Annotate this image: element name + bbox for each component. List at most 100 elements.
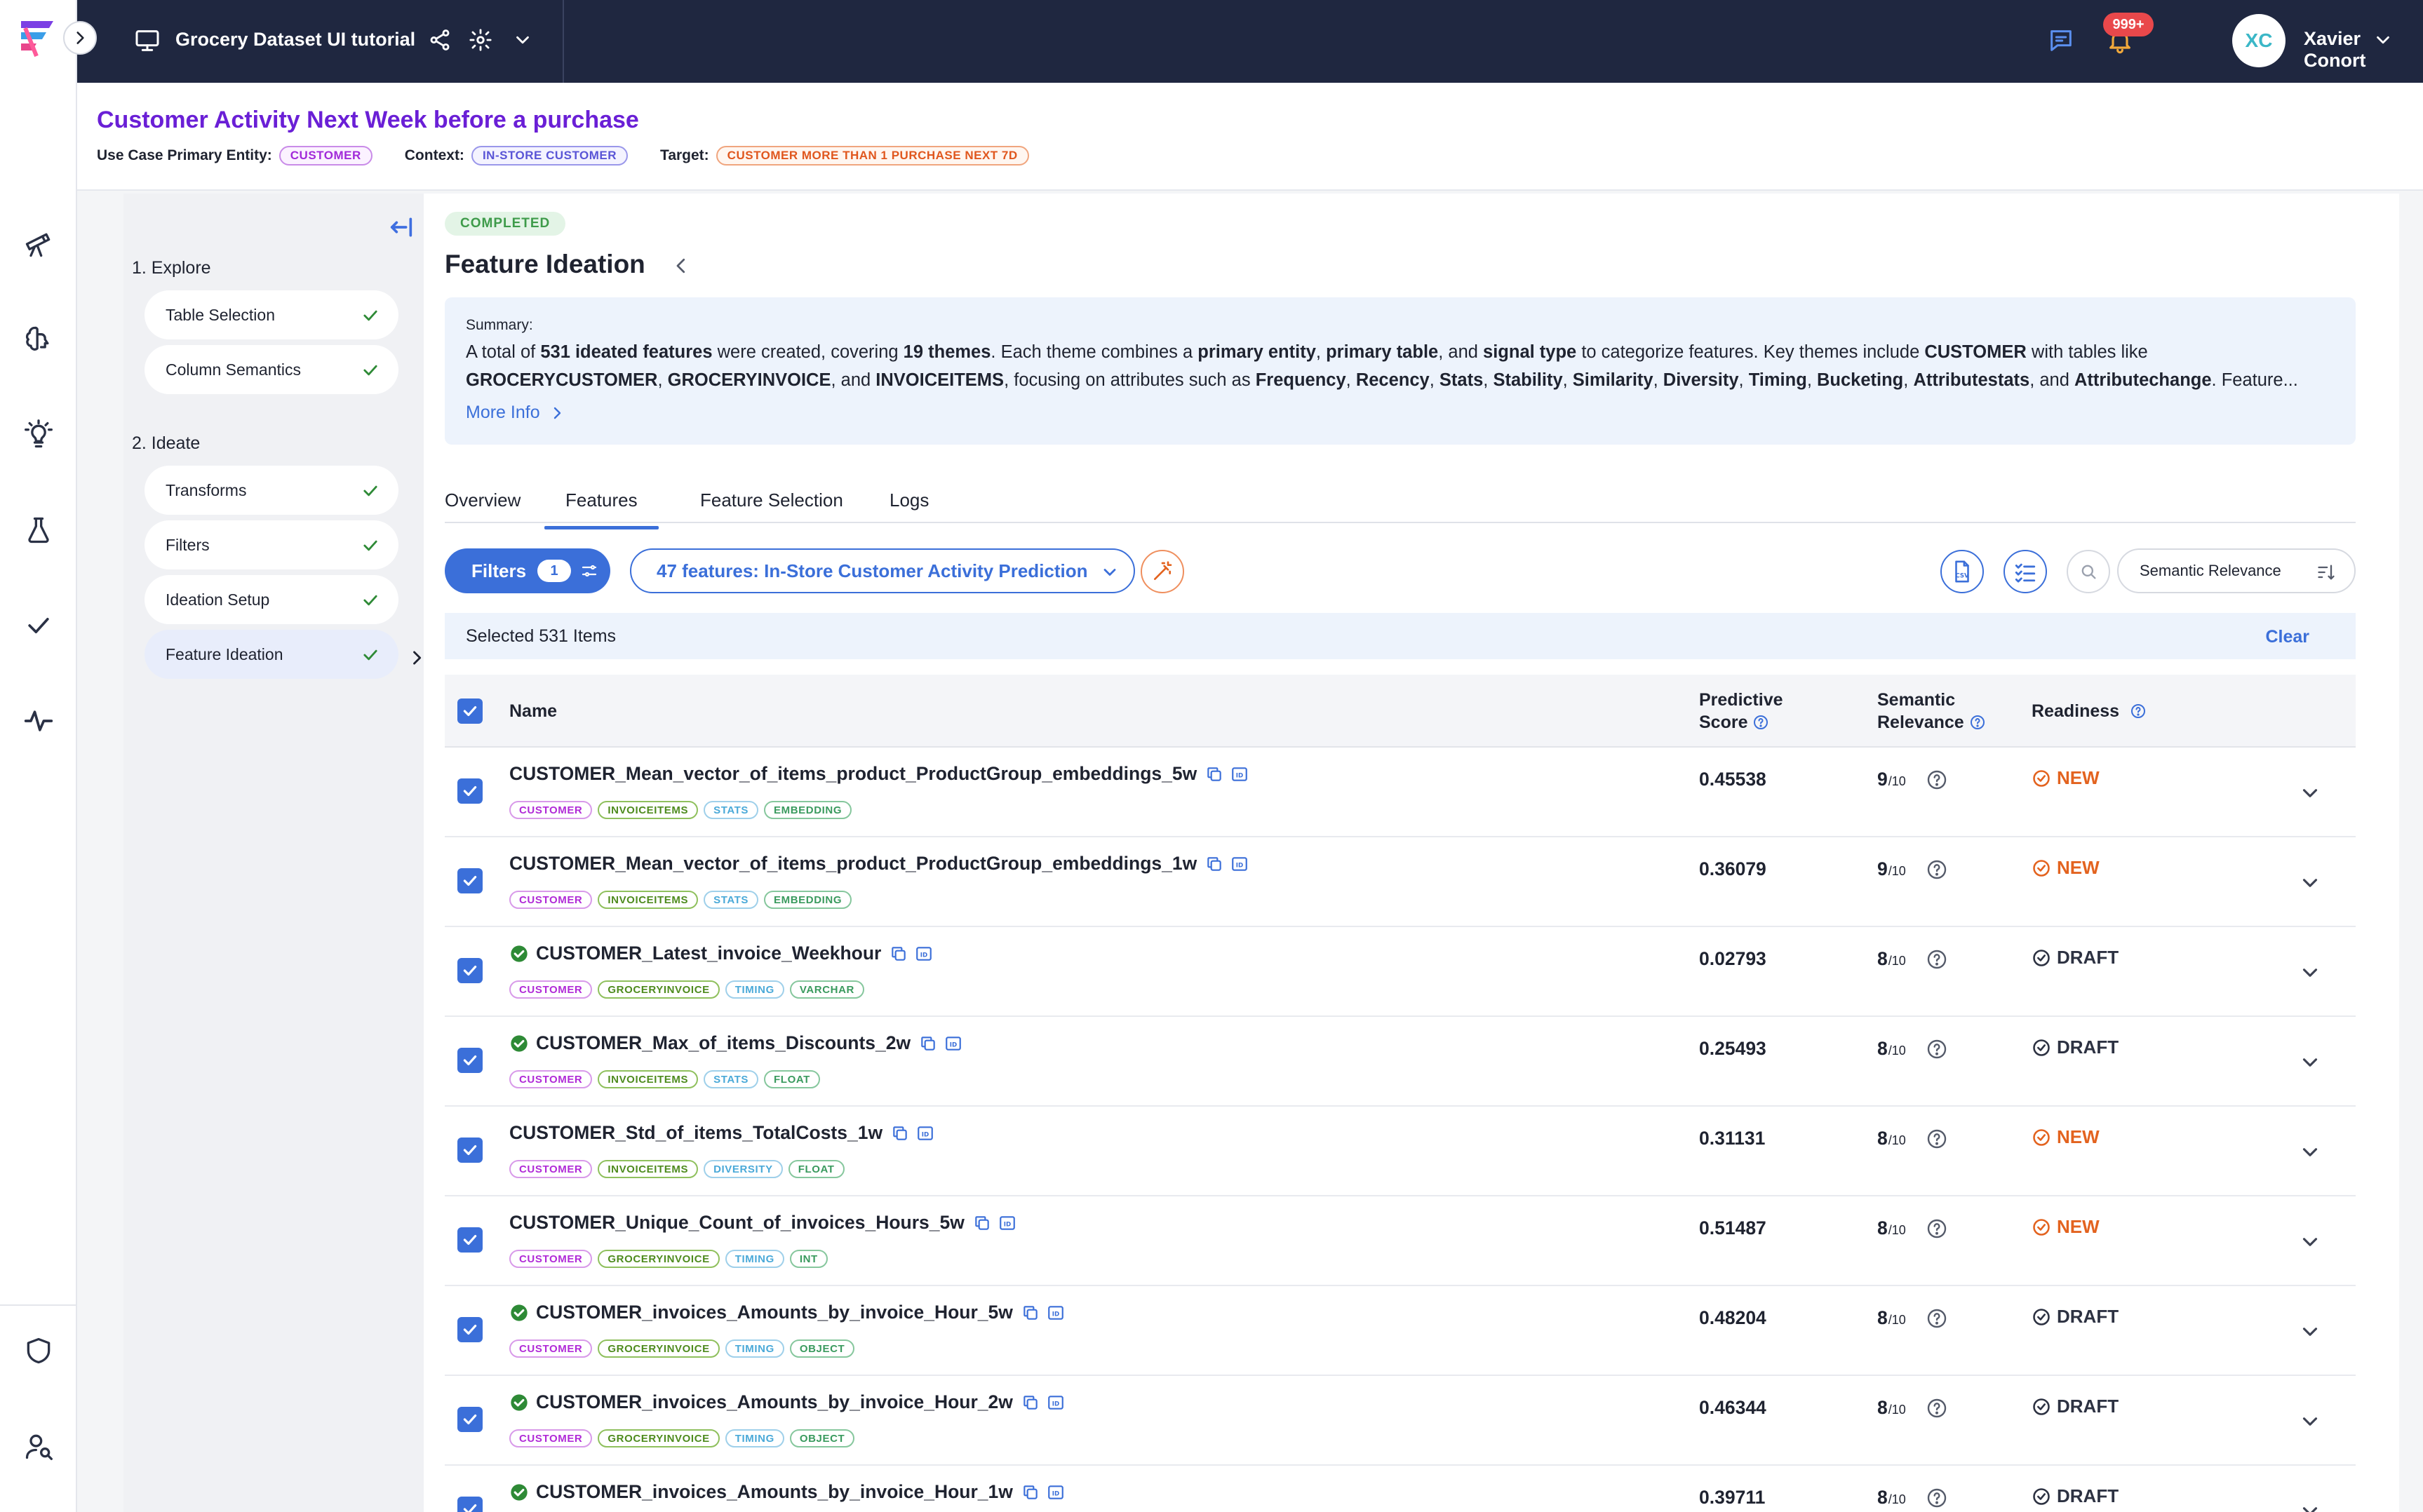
tab-overview[interactable]: Overview [445,490,521,511]
feature-tag[interactable]: STATS [704,1070,759,1088]
row-checkbox[interactable] [457,1317,483,1342]
target-pill[interactable]: CUSTOMER MORE THAN 1 PURCHASE NEXT 7D [716,146,1029,166]
search-icon[interactable] [2067,550,2110,593]
lightbulb-icon[interactable] [23,419,54,450]
feature-name[interactable]: CUSTOMER_invoices_Amounts_by_invoice_Hou… [509,1481,1065,1503]
readiness-status[interactable]: DRAFT [2032,1306,2119,1328]
row-checkbox[interactable] [457,1227,483,1253]
csv-export-icon[interactable]: CSV [1940,550,1984,593]
row-checkbox[interactable] [457,958,483,983]
feature-tag[interactable]: CUSTOMER [509,801,593,819]
feature-tag[interactable]: GROCERYINVOICE [598,1429,720,1447]
help-icon[interactable] [1926,858,1948,881]
table-row[interactable]: CUSTOMER_Max_of_items_Discounts_2w ID CUST… [445,1017,2356,1107]
feature-set-dropdown[interactable]: 47 features: In-Store Customer Activity … [630,548,1135,593]
check-icon[interactable] [23,610,54,641]
feature-tag[interactable]: CUSTOMER [509,891,593,909]
collapse-panel-icon[interactable] [387,213,415,241]
copy-icon[interactable] [1021,1393,1040,1412]
app-logo-icon[interactable] [15,15,62,62]
expand-row-chevron-icon[interactable] [2298,961,2322,985]
copy-icon[interactable] [919,1034,937,1053]
telescope-icon[interactable] [23,229,54,259]
id-icon[interactable]: ID [944,1034,962,1053]
row-checkbox[interactable] [457,1138,483,1163]
help-icon[interactable] [2130,703,2147,720]
expand-row-chevron-icon[interactable] [2298,1230,2322,1254]
feature-tag[interactable]: EMBEDDING [764,891,852,909]
feature-tag[interactable]: FLOAT [764,1070,820,1088]
expand-row-chevron-icon[interactable] [2298,1410,2322,1433]
feature-tag[interactable]: FLOAT [788,1160,845,1178]
feature-tag[interactable]: DIVERSITY [704,1160,783,1178]
id-icon[interactable]: ID [998,1214,1016,1232]
feature-name[interactable]: CUSTOMER_Max_of_items_Discounts_2w ID [509,1032,962,1054]
id-icon[interactable]: ID [915,945,933,963]
feature-name[interactable]: CUSTOMER_Mean_vector_of_items_product_Pr… [509,853,1249,875]
id-icon[interactable]: ID [1230,765,1249,783]
help-icon[interactable] [1926,1038,1948,1060]
copy-icon[interactable] [1205,765,1223,783]
feature-name[interactable]: CUSTOMER_invoices_Amounts_by_invoice_Hou… [509,1302,1065,1323]
select-all-checkbox[interactable] [457,698,483,724]
gear-icon[interactable] [469,28,492,52]
table-row[interactable]: CUSTOMER_Latest_invoice_Weekhour ID CUSTOM… [445,927,2356,1017]
shield-icon[interactable] [23,1335,54,1366]
expand-row-chevron-icon[interactable] [2298,871,2322,895]
copy-icon[interactable] [1205,855,1223,873]
id-icon[interactable]: ID [1047,1304,1065,1322]
table-row[interactable]: CUSTOMER_Unique_Count_of_invoices_Hours_… [445,1196,2356,1286]
feature-tag[interactable]: CUSTOMER [509,1339,593,1358]
feature-name[interactable]: CUSTOMER_Std_of_items_TotalCosts_1w ID [509,1122,934,1144]
readiness-status[interactable]: NEW [2032,1216,2100,1238]
help-icon[interactable] [1926,1307,1948,1330]
chat-icon[interactable] [2047,27,2075,55]
rail-expand-button[interactable] [63,21,97,55]
readiness-status[interactable]: DRAFT [2032,947,2119,968]
table-row[interactable]: CUSTOMER_invoices_Amounts_by_invoice_Hou… [445,1376,2356,1466]
clear-selection-link[interactable]: Clear [2265,627,2309,647]
id-icon[interactable]: ID [916,1124,934,1142]
expand-row-chevron-icon[interactable] [2298,1499,2322,1512]
id-icon[interactable]: ID [1047,1393,1065,1412]
expand-row-chevron-icon[interactable] [2298,1320,2322,1344]
copy-icon[interactable] [890,945,908,963]
table-row[interactable]: CUSTOMER_invoices_Amounts_by_invoice_Hou… [445,1286,2356,1376]
feature-tag[interactable]: TIMING [725,980,784,999]
feature-name[interactable]: CUSTOMER_Mean_vector_of_items_product_Pr… [509,763,1249,785]
use-case-title[interactable]: Customer Activity Next Week before a pur… [97,107,639,134]
help-icon[interactable] [1926,1217,1948,1240]
table-row[interactable]: CUSTOMER_Mean_vector_of_items_product_Pr… [445,837,2356,927]
step-column-semantics[interactable]: Column Semantics [145,345,398,394]
feature-tag[interactable]: GROCERYINVOICE [598,980,720,999]
readiness-status[interactable]: DRAFT [2032,1485,2119,1507]
row-checkbox[interactable] [457,868,483,893]
feature-tag[interactable]: INVOICEITEMS [598,891,699,909]
feature-tag[interactable]: GROCERYINVOICE [598,1339,720,1358]
help-icon[interactable] [1752,714,1769,731]
user-search-icon[interactable] [23,1431,54,1462]
user-name[interactable]: Xavier Conort [2304,28,2423,72]
magic-wand-icon[interactable] [1141,550,1184,593]
expand-row-chevron-icon[interactable] [2298,1140,2322,1164]
help-icon[interactable] [1926,1397,1948,1419]
feature-tag[interactable]: CUSTOMER [509,1070,593,1088]
checklist-icon[interactable] [2003,550,2047,593]
column-semantic-relevance[interactable]: Semantic Relevance [1877,689,1986,734]
expand-row-chevron-icon[interactable] [2298,1051,2322,1074]
help-icon[interactable] [1926,1128,1948,1150]
feature-tag[interactable]: INVOICEITEMS [598,1160,699,1178]
feature-tag[interactable]: INT [789,1250,828,1268]
feature-tag[interactable]: TIMING [725,1429,784,1447]
copy-icon[interactable] [973,1214,991,1232]
feature-tag[interactable]: CUSTOMER [509,1250,593,1268]
step-transforms[interactable]: Transforms [145,466,398,515]
readiness-status[interactable]: NEW [2032,857,2100,879]
feature-tag[interactable]: STATS [704,891,759,909]
row-checkbox[interactable] [457,1048,483,1073]
help-icon[interactable] [1926,769,1948,791]
tab-features[interactable]: Features [544,490,659,529]
help-icon[interactable] [1926,948,1948,971]
share-icon[interactable] [428,28,452,52]
filters-button[interactable]: Filters 1 [445,548,610,593]
